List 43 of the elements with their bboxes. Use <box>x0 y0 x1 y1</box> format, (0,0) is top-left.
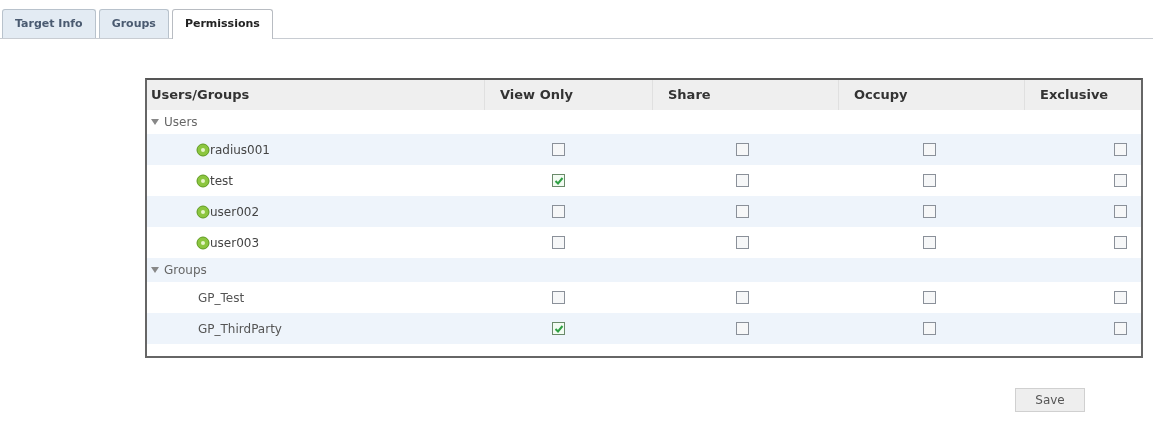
checkbox[interactable] <box>736 143 749 156</box>
checkbox[interactable] <box>923 174 936 187</box>
checkbox[interactable] <box>552 174 565 187</box>
tab[interactable]: Permissions <box>171 9 273 39</box>
checkbox[interactable] <box>736 205 749 218</box>
checkbox[interactable] <box>1114 174 1127 187</box>
caret-down-icon <box>151 266 159 274</box>
group-name: GP_Test <box>197 289 245 307</box>
save-button[interactable]: Save <box>1015 388 1085 412</box>
user-status-icon <box>196 142 210 157</box>
checkbox[interactable] <box>923 322 936 335</box>
column-header: Users/Groups <box>150 86 251 105</box>
checkbox[interactable] <box>1114 143 1127 156</box>
checkbox[interactable] <box>552 143 565 156</box>
user-name: user003 <box>210 234 260 252</box>
checkbox[interactable] <box>1114 291 1127 304</box>
checkbox[interactable] <box>736 291 749 304</box>
user-name: test <box>210 172 234 190</box>
checkbox[interactable] <box>736 236 749 249</box>
checkbox[interactable] <box>1114 236 1127 249</box>
user-status-icon <box>196 173 210 188</box>
user-name: user002 <box>210 203 260 221</box>
checkbox[interactable] <box>923 143 936 156</box>
user-status-icon <box>196 235 210 250</box>
checkbox[interactable] <box>1114 205 1127 218</box>
tab[interactable]: Groups <box>98 9 169 38</box>
checkbox[interactable] <box>923 205 936 218</box>
checkbox[interactable] <box>1114 322 1127 335</box>
checkbox[interactable] <box>552 291 565 304</box>
user-status-icon <box>196 204 210 219</box>
checkbox[interactable] <box>923 291 936 304</box>
section-toggle[interactable]: Groups <box>151 261 207 279</box>
checkbox[interactable] <box>736 174 749 187</box>
caret-down-icon <box>151 118 159 126</box>
checkbox[interactable] <box>552 205 565 218</box>
group-name: GP_ThirdParty <box>197 320 282 338</box>
section-toggle[interactable]: Users <box>151 113 198 131</box>
checkbox[interactable] <box>736 322 749 335</box>
user-name: radius001 <box>210 141 270 159</box>
tab[interactable]: Target Info <box>2 9 96 38</box>
checkbox[interactable] <box>923 236 936 249</box>
checkbox[interactable] <box>552 322 565 335</box>
checkbox[interactable] <box>552 236 565 249</box>
